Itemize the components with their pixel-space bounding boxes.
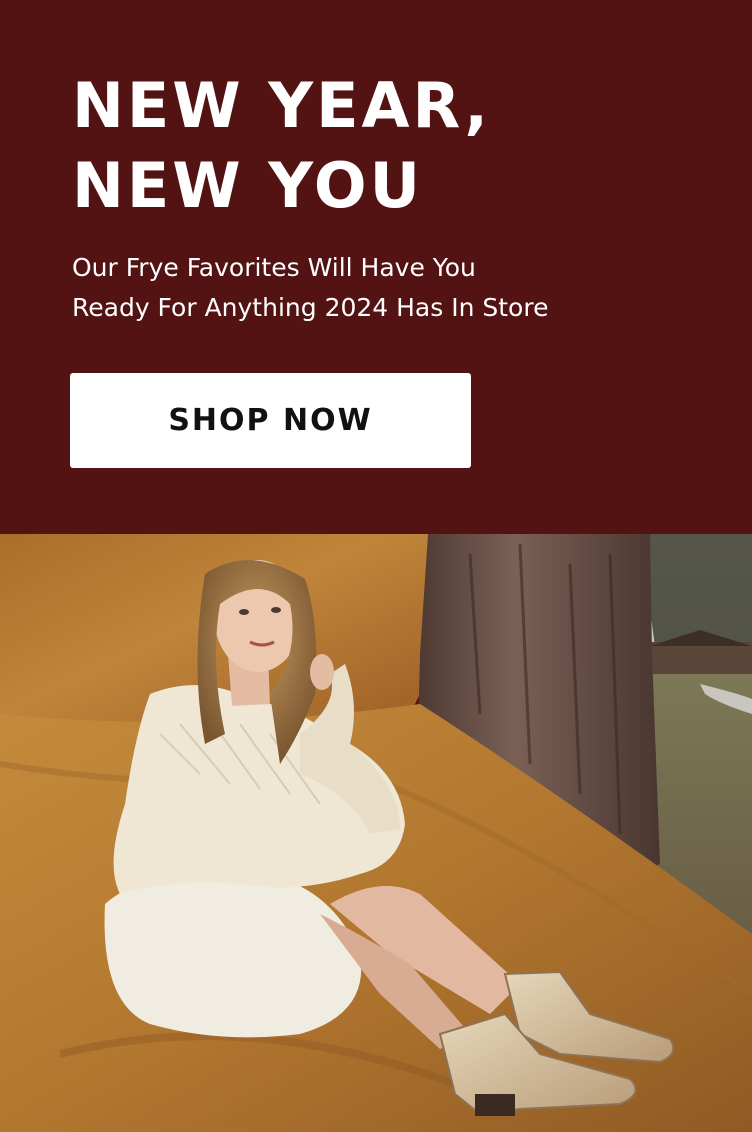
- boot-heel: [475, 1094, 515, 1116]
- shop-now-button[interactable]: SHOP NOW: [70, 373, 471, 468]
- hero-section: NEW YEAR, NEW YOU Our Frye Favorites Wil…: [0, 0, 752, 534]
- email-banner: NEW YEAR, NEW YOU Our Frye Favorites Wil…: [0, 0, 752, 1132]
- right-eye: [271, 607, 281, 613]
- subheadline: Our Frye Favorites Will Have You Ready F…: [72, 253, 549, 322]
- headline: NEW YEAR, NEW YOU: [72, 69, 491, 222]
- hero-photo[interactable]: [0, 534, 752, 1132]
- left-eye: [239, 609, 249, 615]
- hand: [310, 654, 334, 690]
